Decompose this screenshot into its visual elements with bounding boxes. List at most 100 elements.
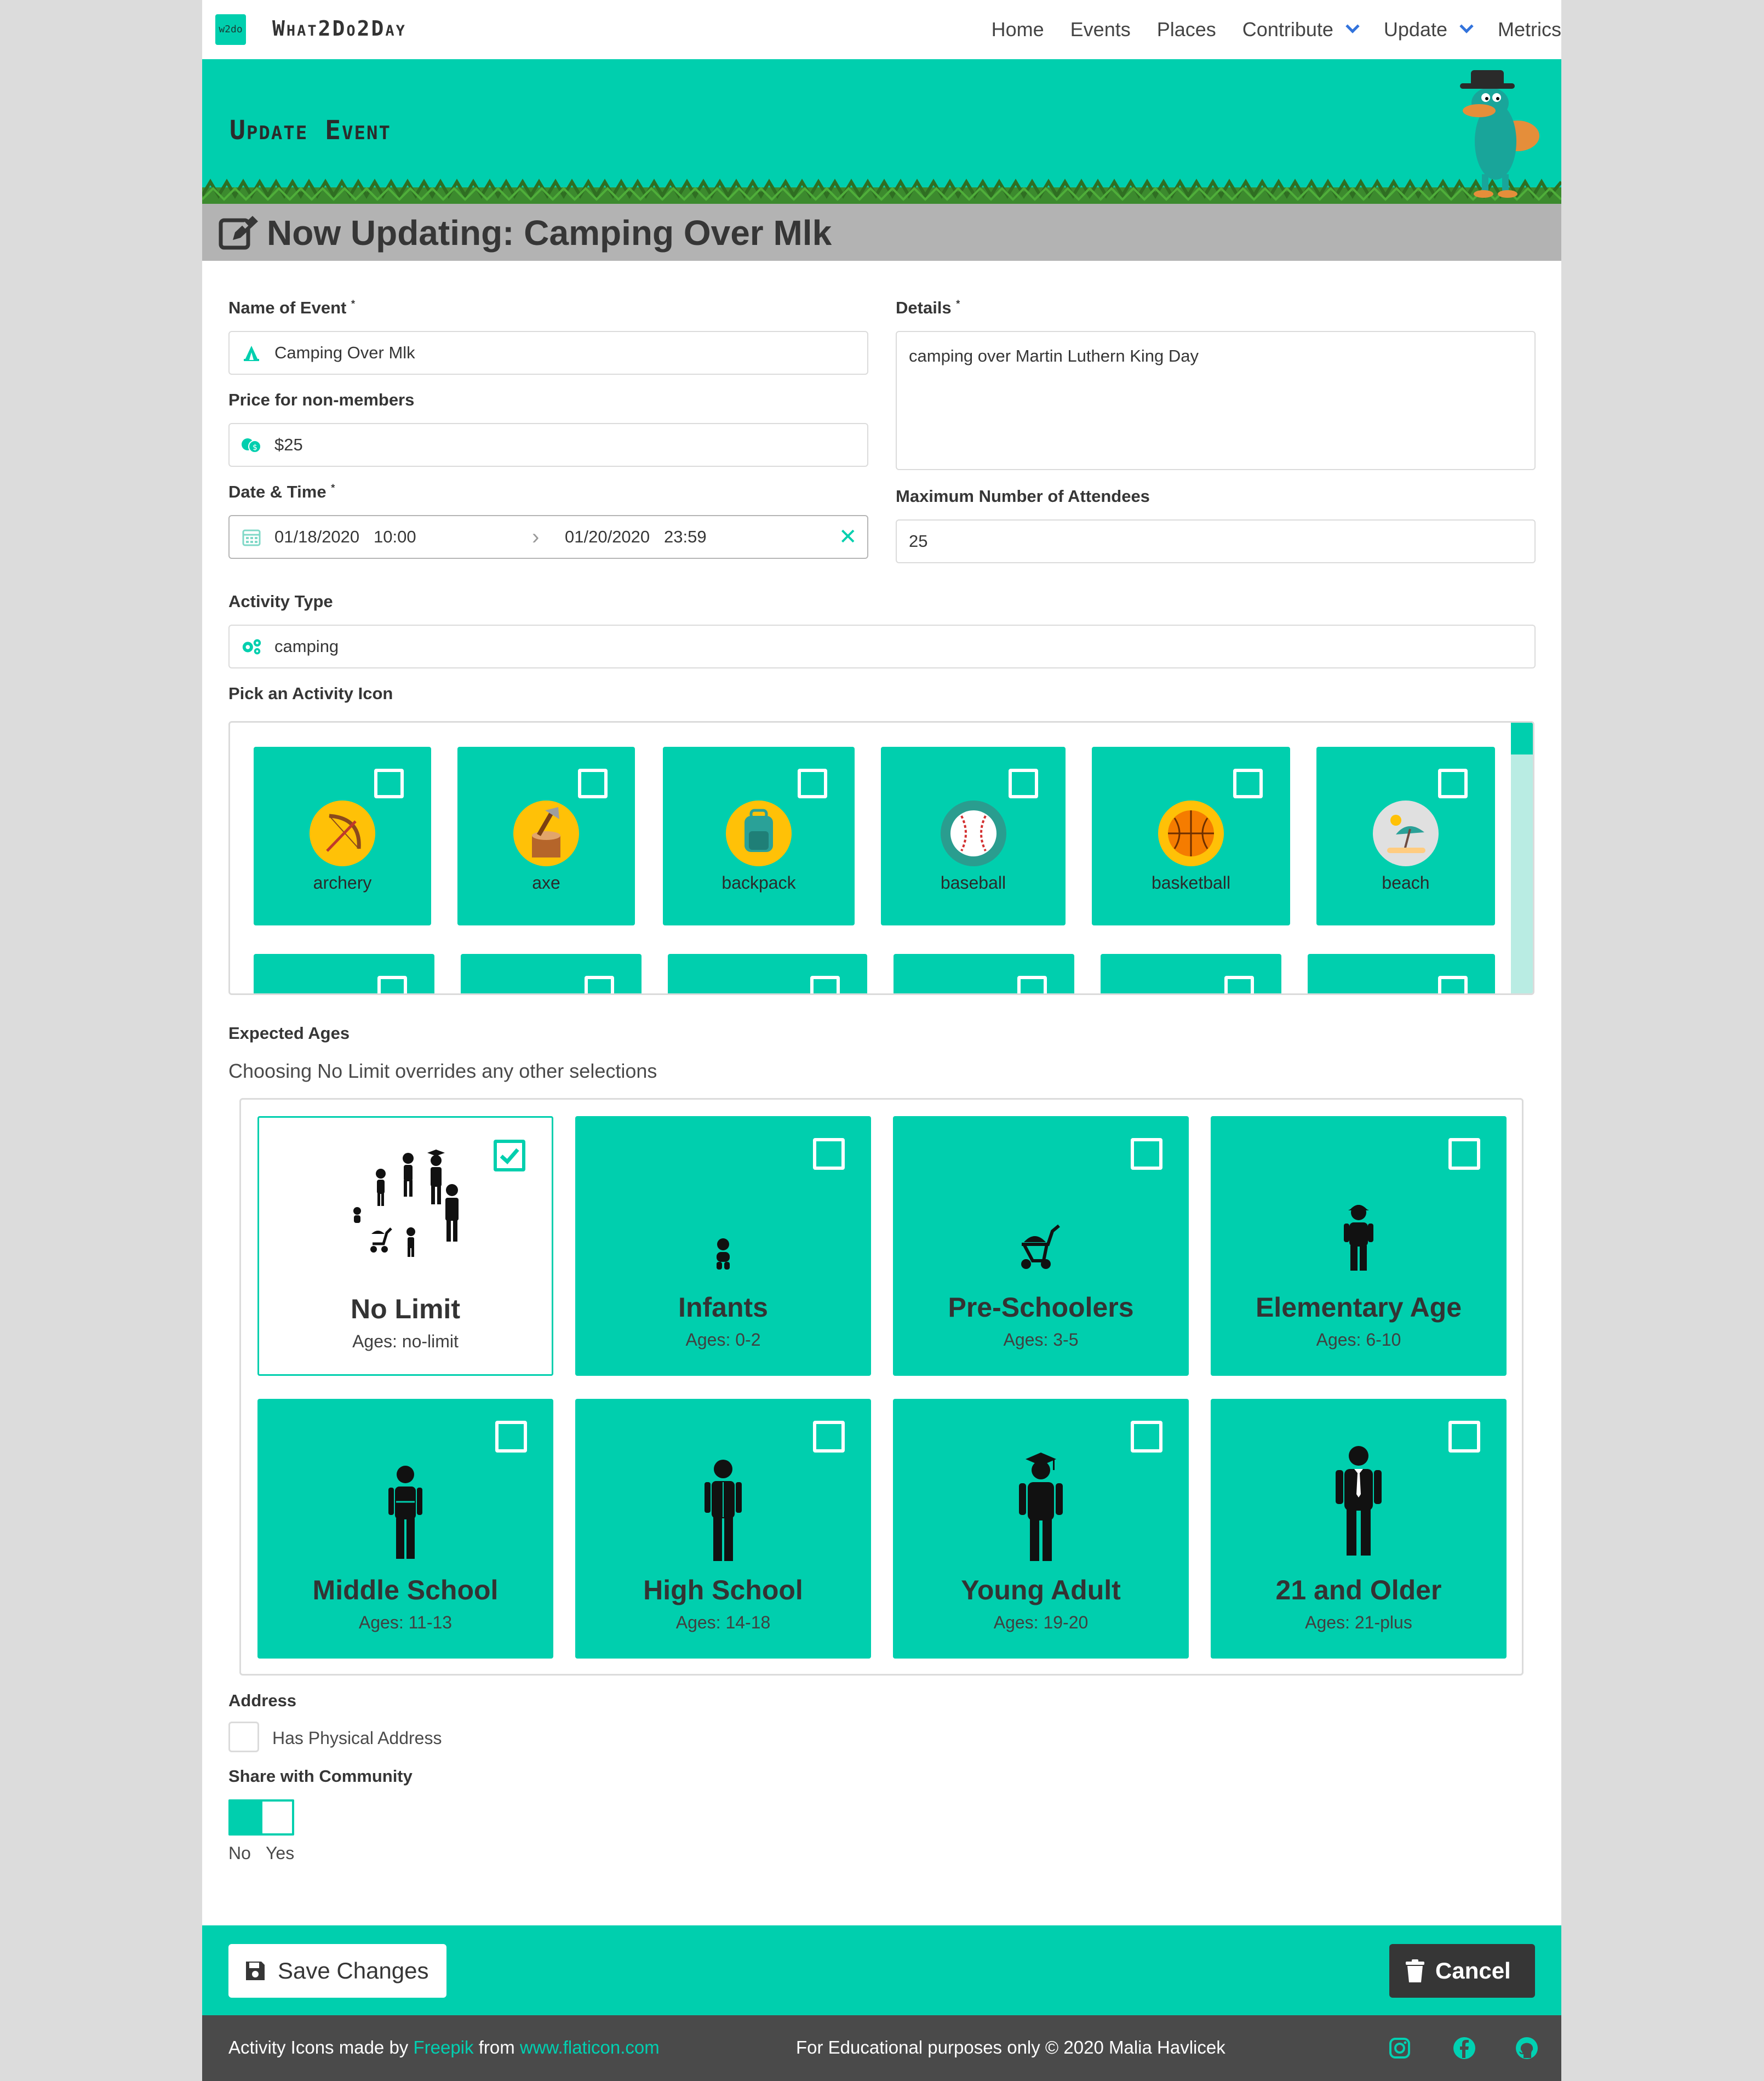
has-address-checkbox[interactable] bbox=[228, 1722, 259, 1752]
activity-icon-tile[interactable] bbox=[1101, 954, 1281, 993]
checkbox[interactable] bbox=[495, 1421, 527, 1453]
activity-icon-tile[interactable] bbox=[668, 954, 867, 993]
activity-icon-tile[interactable] bbox=[1308, 954, 1495, 993]
activity-icon-basketball[interactable]: basketball bbox=[1092, 747, 1290, 925]
svg-text:$: $ bbox=[253, 443, 257, 452]
age-range: Ages: 11-13 bbox=[358, 1613, 453, 1632]
checkbox[interactable] bbox=[377, 976, 407, 993]
checkbox[interactable] bbox=[1131, 1421, 1162, 1453]
clear-icon[interactable]: ✕ bbox=[839, 524, 857, 550]
activity-icon-tile[interactable] bbox=[894, 954, 1074, 993]
activity-icon-picker[interactable]: archery axe backpack baseball basketball… bbox=[228, 721, 1534, 995]
save-button[interactable]: Save Changes bbox=[228, 1944, 446, 1998]
age-title: Middle School bbox=[312, 1575, 499, 1605]
page-subheader: Now Updating: Camping Over Mlk bbox=[202, 204, 1561, 261]
checkbox[interactable] bbox=[374, 769, 404, 798]
activity-label: backpack bbox=[721, 873, 796, 893]
nav-metrics[interactable]: Metrics bbox=[1498, 18, 1561, 41]
age-option-21-and-older[interactable]: 21 and Older Ages: 21-plus bbox=[1211, 1399, 1507, 1659]
checkbox[interactable] bbox=[1009, 769, 1038, 798]
scrollbar[interactable] bbox=[1511, 723, 1533, 993]
checkbox[interactable] bbox=[585, 976, 614, 993]
action-bar: Save Changes Cancel bbox=[202, 1925, 1561, 2015]
hero-banner: Update Event bbox=[202, 59, 1561, 204]
calendar-icon bbox=[240, 526, 262, 548]
activity-icon-beach[interactable]: beach bbox=[1316, 747, 1495, 925]
copyright: For Educational purposes only © 2020 Mal… bbox=[796, 2037, 1225, 2057]
activity-label: basketball bbox=[1151, 873, 1231, 893]
checkbox[interactable] bbox=[1448, 1138, 1480, 1170]
checkbox[interactable] bbox=[1017, 976, 1047, 993]
age-option-no-limit[interactable]: No Limit Ages: no-limit bbox=[257, 1116, 553, 1376]
grass-decoration bbox=[202, 179, 1561, 204]
cogs-icon bbox=[240, 636, 262, 658]
page: w2do What2Do2Day Home Events Places Cont… bbox=[202, 0, 1561, 2081]
age-option-infants[interactable]: Infants Ages: 0-2 bbox=[575, 1116, 871, 1376]
activity-icon-baseball[interactable]: baseball bbox=[881, 747, 1066, 925]
checkbox[interactable] bbox=[578, 769, 608, 798]
price-input[interactable]: $ $25 bbox=[228, 423, 868, 467]
logo[interactable]: w2do bbox=[215, 14, 246, 45]
checkbox[interactable] bbox=[813, 1421, 845, 1453]
start-datetime[interactable]: 01/18/2020 10:00 bbox=[274, 527, 532, 547]
age-title: High School bbox=[643, 1575, 803, 1605]
activity-type-input[interactable]: camping bbox=[228, 625, 1536, 668]
checkbox[interactable] bbox=[1438, 976, 1468, 993]
age-option-pre-schoolers[interactable]: Pre-Schoolers Ages: 3-5 bbox=[893, 1116, 1189, 1376]
navbar: w2do What2Do2Day Home Events Places Cont… bbox=[202, 0, 1561, 59]
age-option-high-school[interactable]: High School Ages: 14-18 bbox=[575, 1399, 871, 1659]
stroller-icon bbox=[1021, 1224, 1060, 1269]
activity-icon-tile[interactable] bbox=[254, 954, 434, 993]
activity-icon-axe[interactable]: axe bbox=[457, 747, 635, 925]
age-option-middle-school[interactable]: Middle School Ages: 11-13 bbox=[257, 1399, 553, 1659]
activity-icon-tile[interactable] bbox=[461, 954, 642, 993]
toggle-yes-label: Yes bbox=[266, 1843, 295, 1863]
age-option-young-adult[interactable]: Young Adult Ages: 19-20 bbox=[893, 1399, 1189, 1659]
has-address-label: Has Physical Address bbox=[272, 1728, 442, 1748]
share-label: Share with Community bbox=[228, 1766, 413, 1786]
tent-icon bbox=[240, 342, 262, 364]
github-icon[interactable] bbox=[1515, 2036, 1539, 2060]
checkbox[interactable] bbox=[1438, 769, 1468, 798]
age-title: No Limit bbox=[351, 1294, 460, 1324]
teen-icon bbox=[705, 1460, 742, 1561]
event-name-input[interactable]: Camping Over Mlk bbox=[228, 331, 868, 375]
freepik-link[interactable]: Freepik bbox=[413, 2037, 473, 2057]
checkbox[interactable] bbox=[810, 976, 840, 993]
instagram-icon[interactable] bbox=[1388, 2036, 1412, 2060]
activity-icon-archery[interactable]: archery bbox=[254, 747, 431, 925]
cancel-button[interactable]: Cancel bbox=[1389, 1944, 1535, 1998]
max-attendees-label: Maximum Number of Attendees bbox=[896, 487, 1150, 506]
nav-contribute-dropdown[interactable]: Contribute bbox=[1242, 18, 1360, 41]
age-option-elementary[interactable]: Elementary Age Ages: 6-10 bbox=[1211, 1116, 1507, 1376]
adult-man-icon bbox=[1336, 1446, 1382, 1556]
checkbox[interactable] bbox=[1131, 1138, 1162, 1170]
checkbox[interactable] bbox=[1233, 769, 1263, 798]
nav-home[interactable]: Home bbox=[992, 18, 1044, 41]
address-label: Address bbox=[228, 1691, 297, 1710]
nav-update-dropdown[interactable]: Update bbox=[1384, 18, 1474, 41]
max-attendees-input[interactable]: 25 bbox=[896, 519, 1536, 563]
flaticon-link[interactable]: www.flaticon.com bbox=[520, 2037, 660, 2057]
share-toggle[interactable] bbox=[228, 1799, 294, 1836]
scrollbar-thumb[interactable] bbox=[1511, 723, 1533, 754]
age-range: Ages: no-limit bbox=[352, 1331, 459, 1351]
checkbox[interactable] bbox=[798, 769, 827, 798]
datetime-range-picker[interactable]: 01/18/2020 10:00 › 01/20/2020 23:59 ✕ bbox=[228, 515, 868, 559]
checkbox[interactable] bbox=[1224, 976, 1254, 993]
activity-label: baseball bbox=[940, 873, 1006, 893]
preteen-icon bbox=[388, 1466, 422, 1559]
end-datetime[interactable]: 01/20/2020 23:59 bbox=[565, 527, 839, 547]
nav-events[interactable]: Events bbox=[1070, 18, 1131, 41]
infant-icon bbox=[717, 1238, 730, 1270]
checkbox[interactable] bbox=[813, 1138, 845, 1170]
activity-icon-backpack[interactable]: backpack bbox=[663, 747, 855, 925]
checkbox-checked[interactable] bbox=[494, 1140, 525, 1171]
brand-name[interactable]: What2Do2Day bbox=[272, 16, 406, 41]
facebook-icon[interactable] bbox=[1452, 2036, 1476, 2060]
age-range: Ages: 0-2 bbox=[685, 1330, 761, 1350]
details-textarea[interactable]: camping over Martin Luthern King Day bbox=[896, 331, 1536, 470]
nav-places[interactable]: Places bbox=[1157, 18, 1216, 41]
age-range: Ages: 19-20 bbox=[993, 1613, 1089, 1632]
checkbox[interactable] bbox=[1448, 1421, 1480, 1453]
